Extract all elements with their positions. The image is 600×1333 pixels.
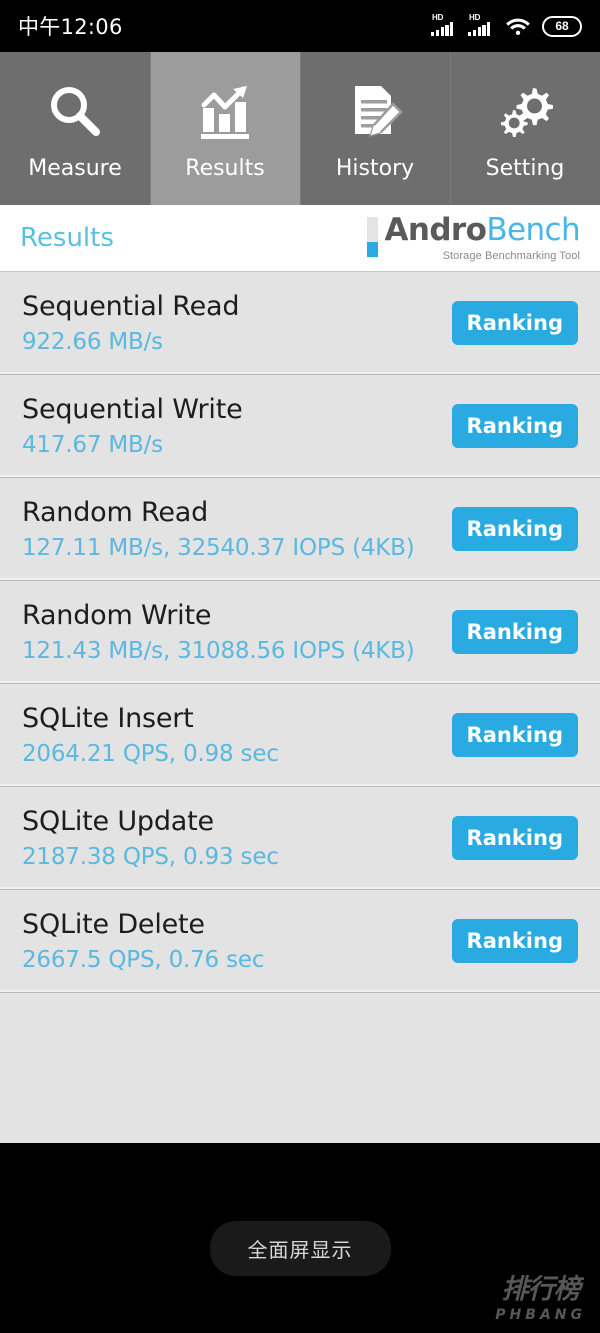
result-title: SQLite Update (22, 806, 214, 837)
gears-icon (493, 76, 557, 148)
tab-results-label: Results (185, 156, 265, 181)
result-value: 922.66 MB/s (22, 329, 163, 355)
result-title: SQLite Delete (22, 909, 205, 940)
result-title: Random Write (22, 600, 212, 631)
app-screen: 中午12:06 HD HD 68 Measure Results History… (0, 0, 600, 1333)
signal-strength-icon-1: HD (431, 13, 457, 38)
status-time: 中午12:06 (18, 15, 123, 39)
result-row-sequential-read: Sequential Read 922.66 MB/s Ranking (0, 272, 600, 375)
result-row-random-write: Random Write 121.43 MB/s, 31088.56 IOPS … (0, 581, 600, 684)
result-value: 2187.38 QPS, 0.93 sec (22, 844, 279, 870)
logo-bar-icon (367, 216, 379, 257)
watermark: 排行榜 PHBANG (495, 1267, 586, 1323)
ranking-button-random-read[interactable]: Ranking (451, 507, 578, 551)
result-value: 2667.5 QPS, 0.76 sec (22, 947, 265, 973)
main-tab-bar: Measure Results History Setting (0, 52, 600, 205)
result-title: Random Read (22, 497, 209, 528)
result-row-sqlite-delete: SQLite Delete 2667.5 QPS, 0.76 sec Ranki… (0, 890, 600, 993)
tab-results[interactable]: Results (150, 52, 300, 205)
results-list: Sequential Read 922.66 MB/s Ranking Sequ… (0, 272, 600, 1143)
wifi-icon (506, 18, 530, 35)
brand-tagline: Storage Benchmarking Tool (442, 249, 580, 262)
magnifier-icon (43, 76, 107, 148)
status-icons: HD HD 68 (431, 13, 582, 38)
result-value: 127.11 MB/s, 32540.37 IOPS (4KB) (22, 535, 415, 561)
result-title: SQLite Insert (22, 703, 194, 734)
ranking-button-sqlite-insert[interactable]: Ranking (451, 713, 578, 757)
battery-icon: 68 (542, 15, 582, 37)
status-bar: 中午12:06 HD HD 68 (0, 0, 600, 52)
results-header: Results AndroBench Storage Benchmarking … (0, 205, 600, 272)
system-navigation-bar: 全面屏显示 排行榜 PHBANG (0, 1143, 600, 1333)
brand-name-primary: Andro (384, 211, 487, 248)
tab-measure[interactable]: Measure (0, 52, 150, 205)
battery-level: 68 (555, 19, 569, 33)
document-pencil-icon (343, 76, 407, 148)
result-value: 2064.21 QPS, 0.98 sec (22, 741, 279, 767)
tab-setting[interactable]: Setting (450, 52, 600, 205)
result-title: Sequential Write (22, 394, 243, 425)
watermark-english: PHBANG (495, 1307, 586, 1323)
androbench-logo: AndroBench Storage Benchmarking Tool (367, 211, 581, 262)
hd-label-1: HD (432, 13, 444, 22)
ranking-button-sqlite-delete[interactable]: Ranking (451, 919, 578, 963)
result-row-sqlite-update: SQLite Update 2187.38 QPS, 0.93 sec Rank… (0, 787, 600, 890)
watermark-chinese: 排行榜 (501, 1274, 581, 1305)
result-row-random-read: Random Read 127.11 MB/s, 32540.37 IOPS (… (0, 478, 600, 581)
result-row-sqlite-insert: SQLite Insert 2064.21 QPS, 0.98 sec Rank… (0, 684, 600, 787)
result-row-sequential-write: Sequential Write 417.67 MB/s Ranking (0, 375, 600, 478)
brand-name-secondary: Bench (486, 211, 580, 248)
ranking-button-sqlite-update[interactable]: Ranking (451, 816, 578, 860)
result-title: Sequential Read (22, 291, 240, 322)
signal-strength-icon-2: HD (468, 13, 494, 38)
page-title: Results (20, 223, 114, 253)
ranking-button-random-write[interactable]: Ranking (451, 610, 578, 654)
tab-measure-label: Measure (28, 156, 122, 181)
tab-history[interactable]: History (300, 52, 450, 205)
fullscreen-display-button[interactable]: 全面屏显示 (209, 1220, 391, 1276)
tab-setting-label: Setting (485, 156, 565, 181)
result-value: 417.67 MB/s (22, 432, 163, 458)
ranking-button-sequential-read[interactable]: Ranking (451, 301, 578, 345)
tab-history-label: History (335, 156, 415, 181)
result-value: 121.43 MB/s, 31088.56 IOPS (4KB) (22, 638, 415, 664)
bar-chart-trend-icon (193, 76, 257, 148)
hd-label-2: HD (469, 13, 481, 22)
ranking-button-sequential-write[interactable]: Ranking (451, 404, 578, 448)
